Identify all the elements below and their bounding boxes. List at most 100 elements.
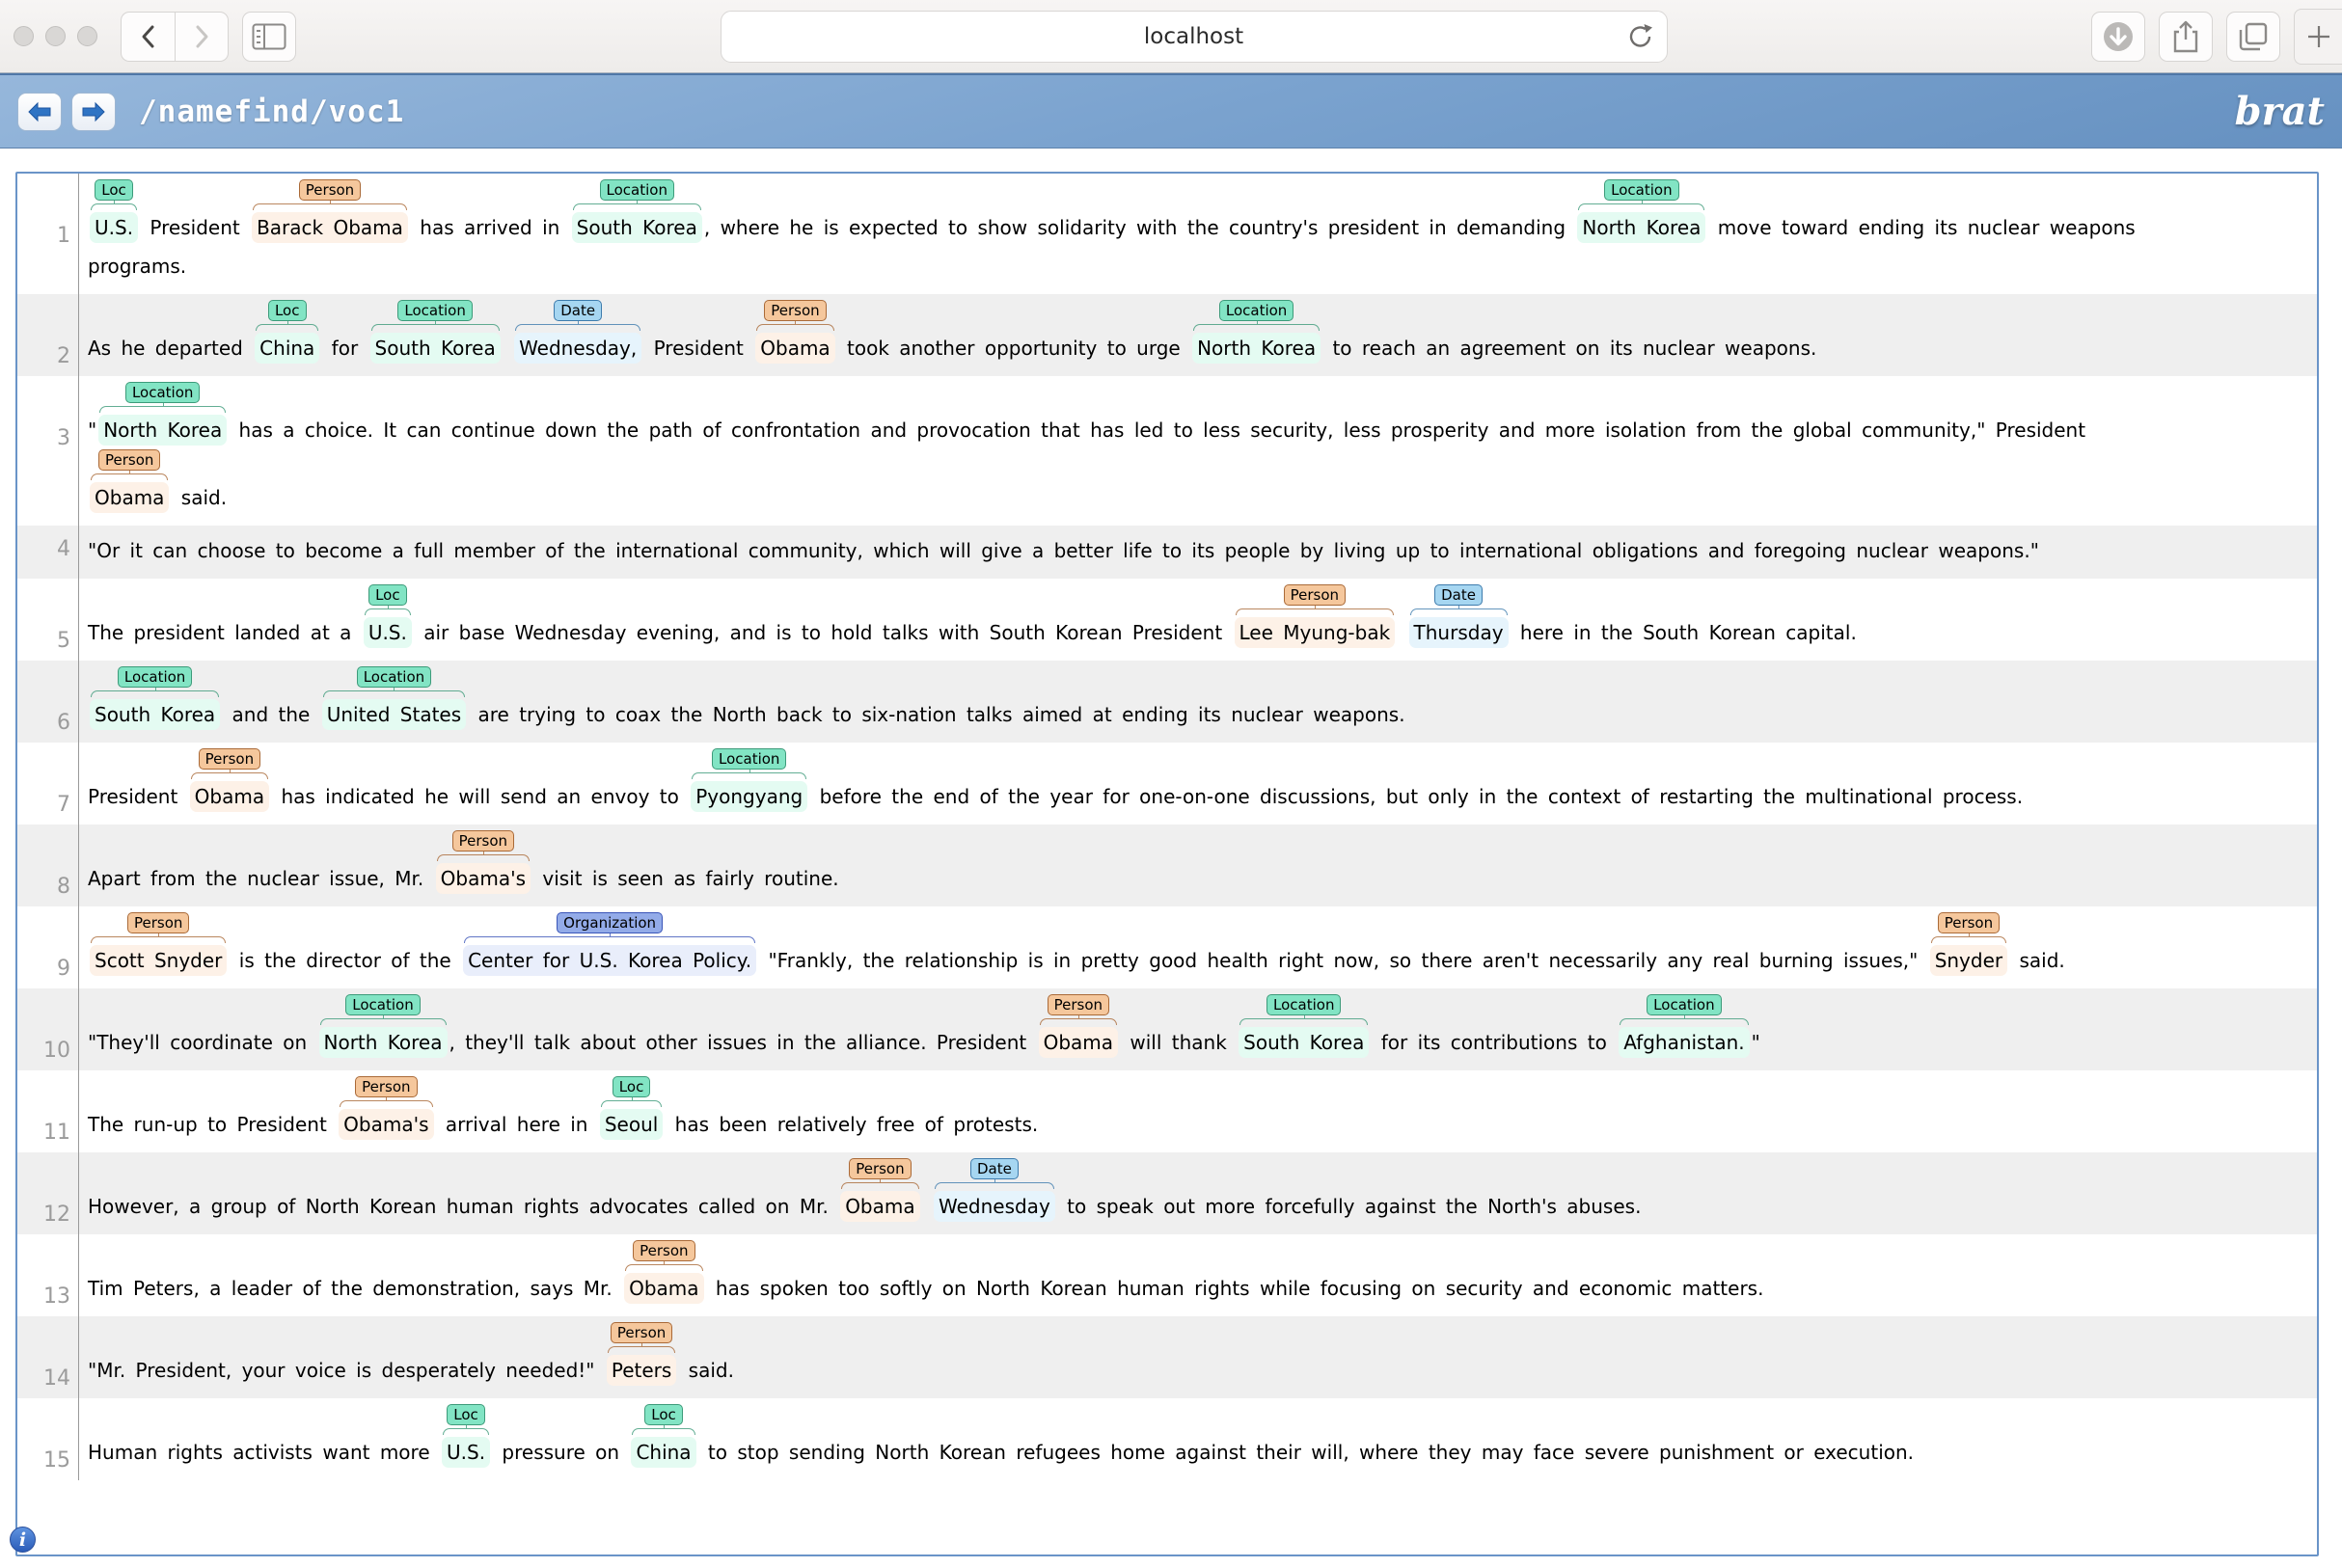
entity-text[interactable]: Snyder — [1930, 945, 2007, 976]
entity-label[interactable]: Location — [125, 382, 200, 403]
entity-text[interactable]: North Korea — [1577, 212, 1705, 243]
sidebar-toggle-button[interactable] — [242, 12, 296, 62]
entity-label[interactable]: Person — [1048, 994, 1109, 1015]
entity-text[interactable]: Obama — [90, 482, 169, 513]
entity-label[interactable]: Person — [849, 1158, 911, 1179]
entity-span-date[interactable]: Date Wednesday, — [514, 300, 641, 364]
entity-span-person[interactable]: Person Scott Snyder — [90, 912, 227, 976]
new-tab-button[interactable] — [2294, 9, 2342, 65]
entity-text[interactable]: Pyongyang — [691, 781, 807, 812]
entity-text[interactable]: North Korea — [319, 1027, 448, 1058]
entity-span-person[interactable]: Person Obama — [840, 1158, 919, 1222]
entity-span-person[interactable]: PersonSnyder — [1930, 912, 2007, 976]
entity-text[interactable]: Wednesday, — [514, 333, 641, 364]
entity-text[interactable]: Obama's — [339, 1109, 433, 1140]
entity-label[interactable]: Person — [199, 748, 260, 770]
entity-label[interactable]: Location — [600, 179, 674, 201]
entity-label[interactable]: Person — [299, 179, 361, 201]
entity-label[interactable]: Location — [1266, 994, 1341, 1015]
entity-text[interactable]: North Korea — [1192, 333, 1321, 364]
entity-span-person[interactable]: PersonBarack Obama — [252, 179, 408, 243]
entity-span-person[interactable]: Person Obama's — [436, 830, 531, 894]
entity-span-person[interactable]: Person Obama — [90, 449, 169, 513]
entity-text[interactable]: U.S. — [442, 1437, 490, 1468]
entity-text[interactable]: Obama — [1039, 1027, 1118, 1058]
entity-text[interactable]: U.S. — [90, 212, 138, 243]
entity-label[interactable]: Loc — [95, 179, 133, 201]
entity-text[interactable]: Thursday — [1409, 617, 1509, 648]
address-bar[interactable]: localhost — [721, 11, 1668, 63]
entity-text[interactable]: South Korea — [1239, 1027, 1369, 1058]
entity-text[interactable]: Obama — [755, 333, 834, 364]
entity-label[interactable]: Date — [970, 1158, 1019, 1179]
entity-span-loc[interactable]: Loc U.S. — [442, 1404, 490, 1468]
address-bar-url[interactable]: localhost — [722, 24, 1667, 49]
entity-label[interactable]: Location — [118, 666, 192, 688]
entity-span-loc[interactable]: Location Pyongyang — [691, 748, 807, 812]
entity-label[interactable]: Person — [611, 1322, 672, 1343]
entity-label[interactable]: Person — [98, 449, 160, 471]
breadcrumb[interactable]: /namefind/voc1 — [139, 95, 404, 129]
entity-text[interactable]: Obama's — [436, 863, 531, 894]
entity-text[interactable]: Obama — [624, 1273, 703, 1304]
entity-text[interactable]: Seoul — [600, 1109, 663, 1140]
entity-text[interactable]: South Korea — [370, 333, 501, 364]
entity-span-loc[interactable]: Location Afghanistan. — [1619, 994, 1749, 1058]
reload-button[interactable] — [1626, 21, 1655, 56]
entity-label[interactable]: Location — [397, 300, 472, 321]
entity-span-loc[interactable]: LocationNorth Korea — [1577, 179, 1705, 243]
entity-label[interactable]: Person — [127, 912, 189, 933]
entity-label[interactable]: Person — [633, 1240, 694, 1261]
entity-text[interactable]: U.S. — [364, 617, 412, 648]
document-prev-button[interactable] — [17, 93, 62, 131]
entity-span-person[interactable]: Person Obama — [190, 748, 269, 812]
entity-span-organization[interactable]: OrganizationCenter for U.S. Korea Policy… — [463, 912, 756, 976]
entity-label[interactable]: Loc — [268, 300, 307, 321]
entity-text[interactable]: South Korea — [572, 212, 702, 243]
entity-span-date[interactable]: DateThursday — [1409, 584, 1509, 648]
entity-text[interactable]: United States — [322, 699, 466, 730]
share-button[interactable] — [2159, 12, 2213, 62]
entity-label[interactable]: Person — [355, 1076, 417, 1097]
entity-span-loc[interactable]: Loc China — [255, 300, 319, 364]
close-window-button[interactable] — [14, 26, 34, 46]
entity-text[interactable]: Afghanistan. — [1619, 1027, 1749, 1058]
entity-label[interactable]: Person — [452, 830, 514, 852]
entity-text[interactable]: Obama — [840, 1191, 919, 1222]
entity-span-loc[interactable]: Location North Korea — [98, 382, 227, 446]
entity-text[interactable]: Scott Snyder — [90, 945, 227, 976]
browser-forward-button[interactable] — [175, 12, 229, 62]
entity-label[interactable]: Loc — [644, 1404, 683, 1425]
entity-span-person[interactable]: PersonObama — [755, 300, 834, 364]
entity-span-loc[interactable]: Location South Korea — [370, 300, 501, 364]
entity-text[interactable]: Lee Myung-bak — [1235, 617, 1396, 648]
entity-text[interactable]: China — [255, 333, 319, 364]
entity-span-person[interactable]: Person Obama's — [339, 1076, 433, 1140]
entity-label[interactable]: Location — [712, 748, 786, 770]
entity-span-person[interactable]: Person Peters — [607, 1322, 676, 1386]
entity-span-loc[interactable]: LocationNorth Korea — [319, 994, 448, 1058]
document-next-button[interactable] — [71, 93, 116, 131]
entity-text[interactable]: North Korea — [98, 415, 227, 446]
browser-back-button[interactable] — [121, 12, 175, 62]
entity-label[interactable]: Date — [554, 300, 602, 321]
entity-text[interactable]: China — [631, 1437, 695, 1468]
entity-span-loc[interactable]: Loc U.S. — [90, 179, 138, 243]
entity-label[interactable]: Location — [1647, 994, 1721, 1015]
entity-label[interactable]: Location — [1219, 300, 1294, 321]
entity-label[interactable]: Loc — [447, 1404, 485, 1425]
entity-span-person[interactable]: Person Obama — [1039, 994, 1118, 1058]
info-icon[interactable]: i — [10, 1527, 36, 1553]
entity-span-person[interactable]: Person Obama — [624, 1240, 703, 1304]
entity-span-date[interactable]: DateWednesday — [934, 1158, 1055, 1222]
entity-span-loc[interactable]: Location South Korea — [1239, 994, 1369, 1058]
entity-span-loc[interactable]: Location North Korea — [1192, 300, 1321, 364]
entity-text[interactable]: Obama — [190, 781, 269, 812]
entity-span-person[interactable]: PersonLee Myung-bak — [1235, 584, 1396, 648]
entity-label[interactable]: Location — [357, 666, 431, 688]
entity-span-loc[interactable]: Location United States — [322, 666, 466, 730]
entity-text[interactable]: Peters — [607, 1355, 676, 1386]
entity-label[interactable]: Loc — [613, 1076, 651, 1097]
entity-span-loc[interactable]: LocU.S. — [364, 584, 412, 648]
entity-span-loc[interactable]: Loc Seoul — [600, 1076, 663, 1140]
